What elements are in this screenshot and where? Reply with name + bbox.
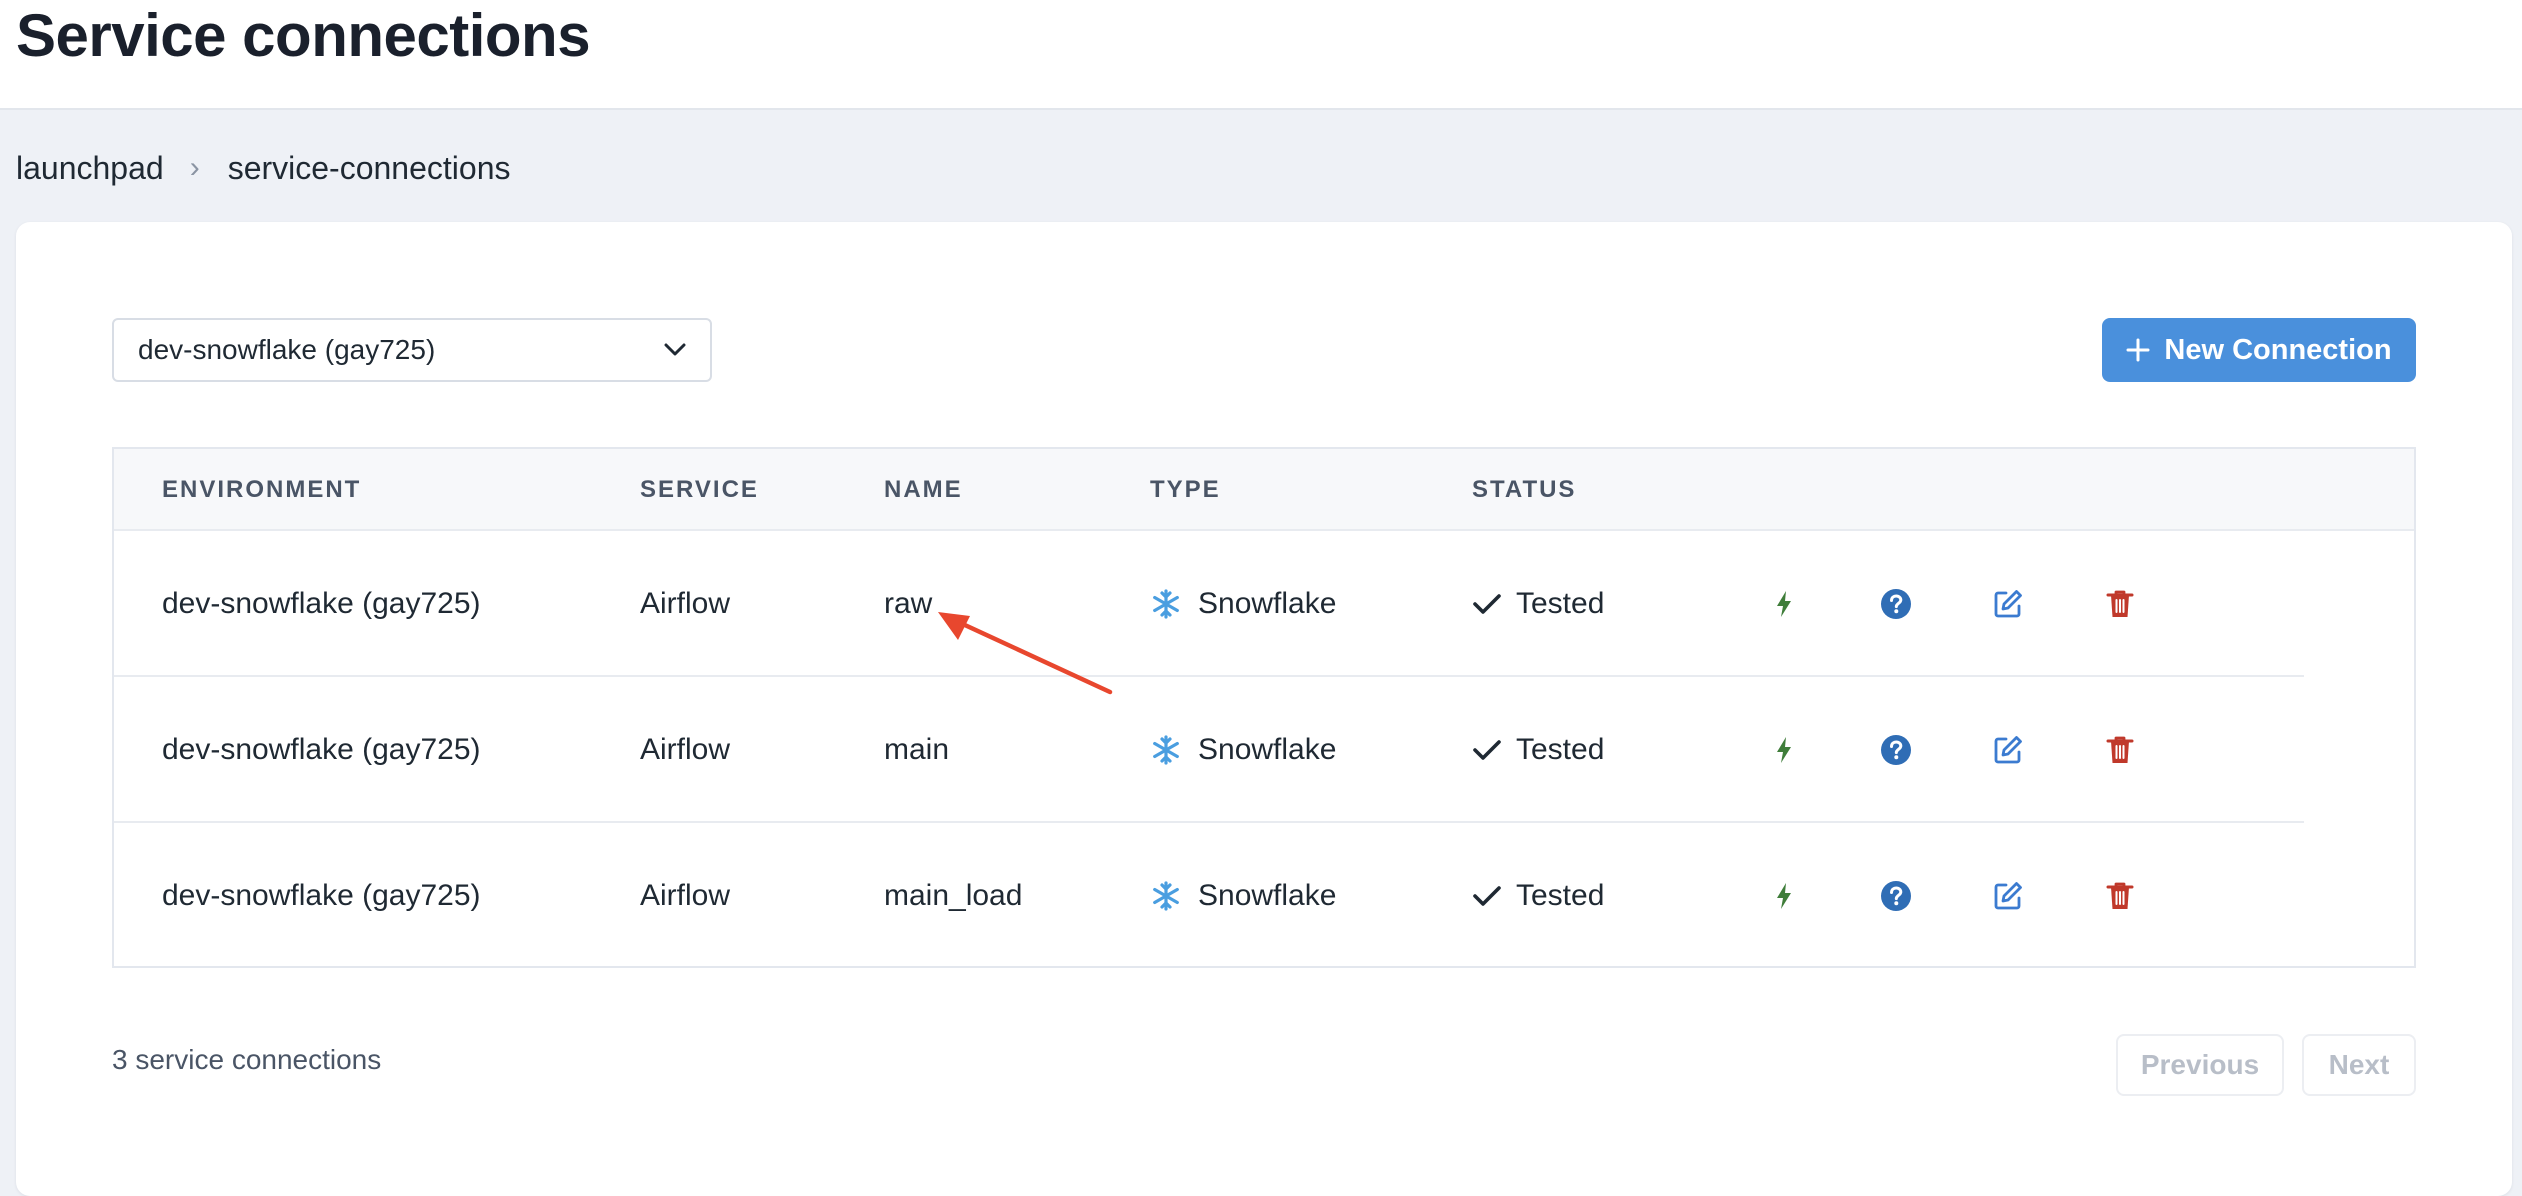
environment-select-value: dev-snowflake (gay725) <box>138 334 436 365</box>
bolt-icon <box>1777 883 1791 909</box>
edit-button[interactable] <box>1990 586 2026 622</box>
cell-type: Snowflake <box>1150 823 1336 969</box>
column-header-service: SERVICE <box>640 476 759 503</box>
help-button[interactable] <box>1878 732 1914 768</box>
snowflake-icon <box>1153 735 1179 765</box>
check-icon <box>1473 886 1501 906</box>
snowflake-icon <box>1153 881 1179 911</box>
snowflake-icon <box>1153 589 1179 619</box>
cell-environment: dev-snowflake (gay725) <box>162 879 481 912</box>
trash-icon <box>2106 736 2134 763</box>
cell-status: Tested <box>1472 823 1604 969</box>
breadcrumb-item-launchpad[interactable]: launchpad <box>16 150 164 187</box>
edit-button[interactable] <box>1990 732 2026 768</box>
edit-button[interactable] <box>1990 878 2026 914</box>
top-header: Service connections <box>0 0 2522 110</box>
test-connection-button[interactable] <box>1766 878 1802 914</box>
check-icon <box>1473 740 1501 760</box>
cell-name[interactable]: main <box>884 677 949 823</box>
delete-button[interactable] <box>2102 732 2138 768</box>
table-row: dev-snowflake (gay725) Airflow raw Snowf… <box>114 531 2304 677</box>
table-row: dev-snowflake (gay725) Airflow main Snow… <box>114 677 2304 823</box>
test-connection-button[interactable] <box>1766 586 1802 622</box>
help-circle-icon <box>1881 735 1911 765</box>
bolt-icon <box>1777 737 1791 763</box>
edit-icon <box>1994 882 2022 910</box>
check-icon <box>1473 594 1501 614</box>
status-label: Tested <box>1516 587 1605 620</box>
column-header-status: STATUS <box>1472 476 1577 503</box>
breadcrumb: launchpad › service-connections <box>16 146 510 190</box>
cell-type: Snowflake <box>1150 531 1336 677</box>
help-button[interactable] <box>1878 878 1914 914</box>
delete-button[interactable] <box>2102 878 2138 914</box>
cell-environment: dev-snowflake (gay725) <box>162 587 481 620</box>
cell-status: Tested <box>1472 531 1604 677</box>
table-row: dev-snowflake (gay725) Airflow main_load… <box>114 823 2304 969</box>
cell-type: Snowflake <box>1150 677 1336 823</box>
cell-name[interactable]: raw <box>884 531 932 677</box>
trash-icon <box>2106 882 2134 909</box>
help-circle-icon <box>1881 589 1911 619</box>
bolt-icon <box>1777 591 1791 617</box>
table-header: ENVIRONMENT SERVICE NAME TYPE STATUS <box>114 449 2414 531</box>
environment-select[interactable]: dev-snowflake (gay725) <box>112 318 712 382</box>
cell-service: Airflow <box>640 733 731 766</box>
column-header-name: NAME <box>884 476 963 503</box>
breadcrumb-separator: › <box>189 151 200 184</box>
cell-status: Tested <box>1472 677 1604 823</box>
chevron-down-icon <box>664 343 686 356</box>
help-circle-icon <box>1881 881 1911 911</box>
status-label: Tested <box>1516 879 1605 912</box>
next-page-button[interactable]: Next <box>2302 1034 2416 1096</box>
connections-count: 3 service connections <box>112 1044 382 1075</box>
delete-button[interactable] <box>2102 586 2138 622</box>
cell-service: Airflow <box>640 587 731 620</box>
cell-service: Airflow <box>640 879 731 912</box>
annotation-arrow-icon <box>938 612 1113 695</box>
column-header-type: TYPE <box>1150 476 1221 503</box>
previous-page-button[interactable]: Previous <box>2116 1034 2284 1096</box>
edit-icon <box>1994 736 2022 764</box>
test-connection-button[interactable] <box>1766 732 1802 768</box>
cell-environment: dev-snowflake (gay725) <box>162 733 481 766</box>
plus-icon <box>2126 338 2150 362</box>
connections-table: ENVIRONMENT SERVICE NAME TYPE STATUS dev… <box>112 447 2416 968</box>
trash-icon <box>2106 590 2134 617</box>
cell-name[interactable]: main_load <box>884 823 1022 969</box>
help-button[interactable] <box>1878 586 1914 622</box>
column-header-environment: ENVIRONMENT <box>162 476 362 503</box>
page-title: Service connections <box>16 2 591 69</box>
type-label: Snowflake <box>1198 733 1337 766</box>
type-label: Snowflake <box>1198 587 1337 620</box>
edit-icon <box>1994 590 2022 618</box>
new-connection-label: New Connection <box>2164 333 2392 366</box>
new-connection-button[interactable]: New Connection <box>2102 318 2416 382</box>
breadcrumb-item-service-connections[interactable]: service-connections <box>228 150 511 187</box>
type-label: Snowflake <box>1198 879 1337 912</box>
status-label: Tested <box>1516 733 1605 766</box>
